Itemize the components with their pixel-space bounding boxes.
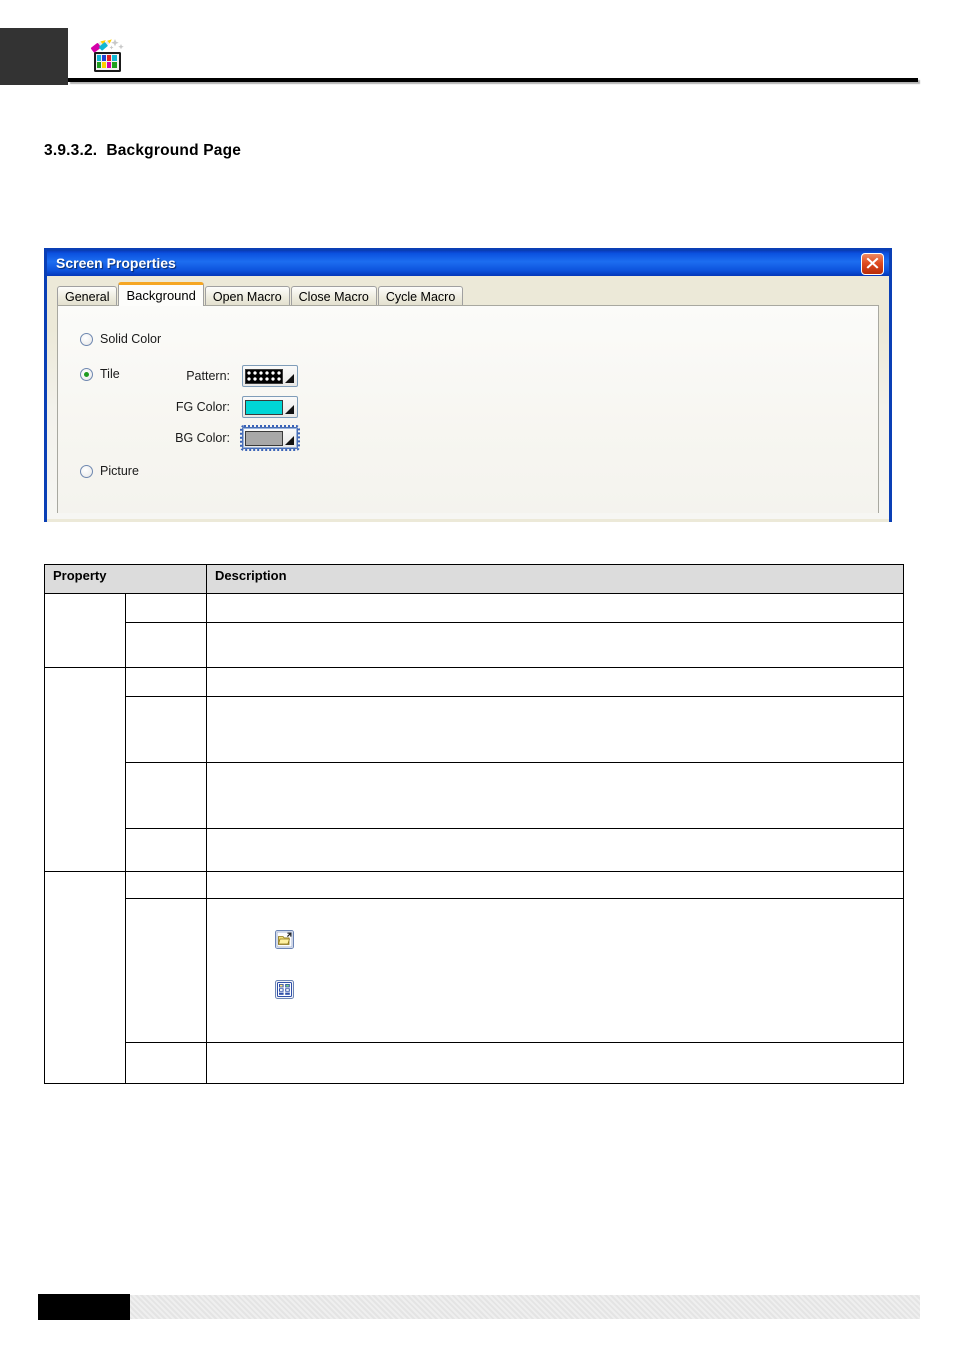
property-description-table: Property Description — [44, 564, 904, 1084]
page-title: 3.9.3.2. Background Page — [44, 142, 242, 159]
property-group-cell — [44, 667, 126, 872]
footer-page-marker — [38, 1294, 130, 1320]
field-row-pattern: Pattern: — [158, 365, 298, 387]
property-sub-cell — [125, 696, 207, 763]
fg-color-label: FG Color: — [175, 400, 230, 414]
tab-background[interactable]: Background — [118, 282, 204, 306]
description-cell-with-icons — [206, 898, 904, 1043]
table-row — [45, 696, 904, 763]
dialog-body: General Background Open Macro Close Macr… — [47, 276, 889, 519]
table-row — [45, 622, 904, 668]
page-footer — [0, 1294, 954, 1320]
dialog-tabstrip: General Background Open Macro Close Macr… — [57, 282, 464, 306]
radio-label-picture: Picture — [100, 464, 139, 478]
description-cell — [206, 667, 904, 697]
table-row — [45, 762, 904, 829]
property-sub-cell — [125, 828, 207, 872]
radio-label-tile: Tile — [100, 367, 120, 381]
field-row-bg-color: BG Color: — [158, 425, 300, 451]
close-icon[interactable] — [861, 253, 884, 275]
tab-close-macro[interactable]: Close Macro — [290, 286, 377, 306]
column-header-property: Property — [44, 564, 207, 594]
description-cell — [206, 828, 904, 872]
pattern-swatch — [245, 368, 283, 384]
radio-picture[interactable] — [80, 464, 93, 478]
table-row — [45, 828, 904, 872]
radio-row-tile[interactable]: Tile — [80, 367, 120, 381]
radio-row-solid-color[interactable]: Solid Color — [80, 332, 161, 346]
table-row — [44, 667, 904, 872]
table-row — [44, 593, 904, 668]
radio-tile[interactable] — [80, 367, 93, 381]
dialog-title: Screen Properties — [56, 255, 176, 271]
property-sub-cell — [125, 622, 207, 668]
table-row — [45, 898, 904, 1043]
tab-cycle-macro[interactable]: Cycle Macro — [377, 286, 464, 306]
tab-general[interactable]: General — [57, 286, 118, 306]
table-row — [45, 1042, 904, 1084]
bg-color-label: BG Color: — [175, 431, 230, 445]
page-header — [0, 0, 954, 110]
footer-bar — [130, 1295, 920, 1319]
description-cell — [206, 622, 904, 668]
table-header-row: Property Description — [44, 564, 904, 594]
fg-color-swatch — [245, 399, 283, 415]
description-cell — [206, 762, 904, 829]
description-cell — [206, 871, 904, 899]
radio-label-solid-color: Solid Color — [100, 332, 162, 346]
bg-color-picker-button[interactable] — [240, 425, 300, 451]
property-sub-cell — [125, 593, 207, 623]
property-sub-cell — [125, 871, 207, 899]
property-sub-cell — [125, 898, 207, 1043]
open-folder-icon[interactable] — [275, 930, 895, 952]
property-sub-cell — [125, 1042, 207, 1084]
property-group-cell — [44, 593, 126, 668]
header-divider-rule — [68, 78, 918, 82]
field-row-fg-color: FG Color: — [158, 396, 298, 418]
column-header-description: Description — [206, 564, 904, 594]
radio-solid-color[interactable] — [80, 332, 93, 346]
chevron-corner-icon — [285, 374, 294, 383]
dialog-titlebar[interactable]: Screen Properties — [47, 248, 889, 276]
screen-properties-dialog: Screen Properties General Background Ope… — [44, 248, 892, 522]
description-cell — [206, 696, 904, 763]
pattern-label: Pattern: — [186, 369, 230, 383]
picture-library-icon[interactable] — [275, 980, 895, 1002]
chevron-corner-icon — [285, 405, 294, 414]
property-sub-cell — [125, 667, 207, 697]
chevron-corner-icon — [285, 436, 294, 445]
tab-open-macro[interactable]: Open Macro — [204, 286, 290, 306]
pattern-picker-button[interactable] — [242, 365, 298, 387]
paint-palette-screen-icon — [88, 36, 126, 74]
fg-color-picker-button[interactable] — [242, 396, 298, 418]
description-cell — [206, 593, 904, 623]
radio-row-picture[interactable]: Picture — [80, 464, 139, 478]
table-row — [44, 871, 904, 1084]
bg-color-swatch — [245, 430, 283, 446]
background-tab-panel: Solid Color Tile Pattern: FG Color: BG C… — [57, 305, 879, 513]
property-group-cell — [44, 871, 126, 1084]
property-sub-cell — [125, 762, 207, 829]
header-side-tab-block — [0, 28, 68, 85]
description-cell — [206, 1042, 904, 1084]
